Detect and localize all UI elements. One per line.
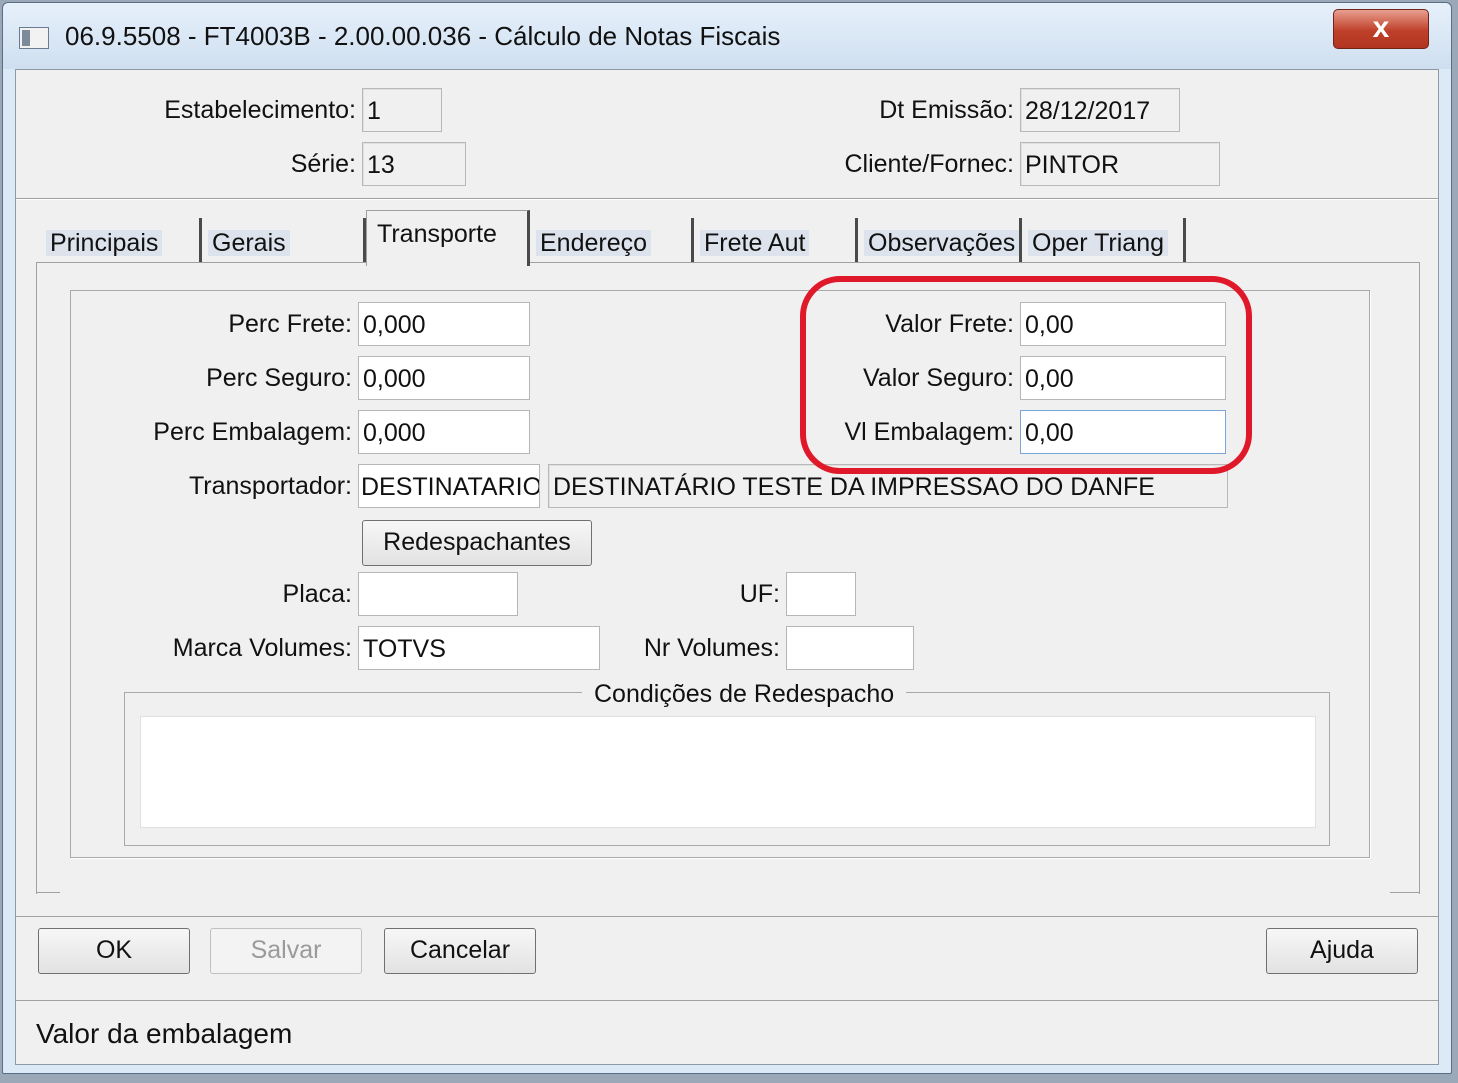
tab-oper-triang[interactable]: Oper Triang	[1022, 218, 1186, 262]
cliente-fornec-label: Cliente/Fornec:	[844, 150, 1014, 178]
ok-button[interactable]: OK	[38, 928, 190, 974]
app-window-icon[interactable]	[19, 27, 49, 49]
nr-volumes-label: Nr Volumes:	[643, 634, 780, 662]
perc-seguro-field[interactable]: 0,000	[358, 356, 530, 400]
transportador-label: Transportador:	[188, 472, 352, 500]
tab-label: Observações	[864, 230, 1020, 256]
transportador-name-field: DESTINATÁRIO TESTE DA IMPRESSAO DO DANFE	[548, 464, 1228, 508]
tab-transporte[interactable]: Transporte	[366, 210, 530, 266]
perc-embalagem-label: Perc Embalagem:	[153, 418, 352, 446]
estabelecimento-field[interactable]: 1	[362, 88, 442, 132]
perc-frete-label: Perc Frete:	[228, 310, 352, 338]
footer-separator	[16, 916, 1438, 917]
dialog-client-area: Estabelecimento: 1 Série: 13 Dt Emissão:…	[15, 69, 1439, 1065]
marca-volumes-label: Marca Volumes:	[172, 634, 352, 662]
tab-principais[interactable]: Principais	[40, 218, 202, 262]
nr-volumes-field[interactable]	[786, 626, 914, 670]
uf-label: UF:	[739, 580, 780, 608]
tab-label: Gerais	[208, 230, 290, 256]
perc-embalagem-field[interactable]: 0,000	[358, 410, 530, 454]
tab-label: Oper Triang	[1028, 230, 1169, 256]
status-bar-text: Valor da embalagem	[36, 1018, 293, 1049]
valor-frete-field[interactable]: 0,00	[1020, 302, 1226, 346]
tab-panel-bottom-left	[36, 892, 60, 893]
cliente-fornec-field[interactable]: PINTOR	[1020, 142, 1220, 186]
redespachantes-button[interactable]: Redespachantes	[362, 520, 592, 566]
dialog-window: 06.9.5508 - FT4003B - 2.00.00.036 - Cálc…	[2, 2, 1452, 1074]
vl-embalagem-label: Vl Embalagem:	[844, 418, 1014, 446]
tab-label: Transporte	[373, 221, 501, 247]
tab-label: Frete Aut	[700, 230, 810, 256]
tab-label: Principais	[46, 230, 163, 256]
placa-field[interactable]	[358, 572, 518, 616]
cancelar-button[interactable]: Cancelar	[384, 928, 536, 974]
salvar-button[interactable]: Salvar	[210, 928, 362, 974]
uf-field[interactable]	[786, 572, 856, 616]
valor-seguro-field[interactable]: 0,00	[1020, 356, 1226, 400]
placa-label: Placa:	[282, 580, 352, 608]
serie-label: Série:	[290, 150, 356, 178]
tab-frete-aut[interactable]: Frete Aut	[694, 218, 858, 262]
ajuda-button[interactable]: Ajuda	[1266, 928, 1418, 974]
condicoes-textarea[interactable]	[140, 716, 1316, 828]
tab-label: Endereço	[536, 230, 652, 256]
close-button[interactable]: x	[1333, 9, 1429, 49]
tab-endereco[interactable]: Endereço	[530, 218, 694, 262]
dt-emissao-field[interactable]: 28/12/2017	[1020, 88, 1180, 132]
valor-seguro-label: Valor Seguro:	[862, 364, 1014, 392]
tab-gerais[interactable]: Gerais	[202, 218, 366, 262]
transportador-code-field[interactable]: DESTINATARIO	[358, 464, 540, 508]
header-separator	[16, 198, 1438, 200]
status-separator	[16, 1000, 1438, 1001]
vl-embalagem-field[interactable]: 0,00	[1020, 410, 1226, 454]
condicoes-legend: Condições de Redespacho	[582, 680, 907, 709]
tab-panel-bottom-right	[1390, 892, 1420, 893]
marca-volumes-field[interactable]: TOTVS	[358, 626, 600, 670]
dt-emissao-label: Dt Emissão:	[879, 96, 1014, 124]
estabelecimento-label: Estabelecimento:	[164, 96, 356, 124]
perc-frete-field[interactable]: 0,000	[358, 302, 530, 346]
serie-field[interactable]: 13	[362, 142, 466, 186]
valor-frete-label: Valor Frete:	[885, 310, 1014, 338]
perc-seguro-label: Perc Seguro:	[206, 364, 352, 392]
tab-observacoes[interactable]: Observações	[858, 218, 1022, 262]
window-title: 06.9.5508 - FT4003B - 2.00.00.036 - Cálc…	[65, 21, 781, 51]
title-bar[interactable]: 06.9.5508 - FT4003B - 2.00.00.036 - Cálc…	[3, 3, 1451, 69]
